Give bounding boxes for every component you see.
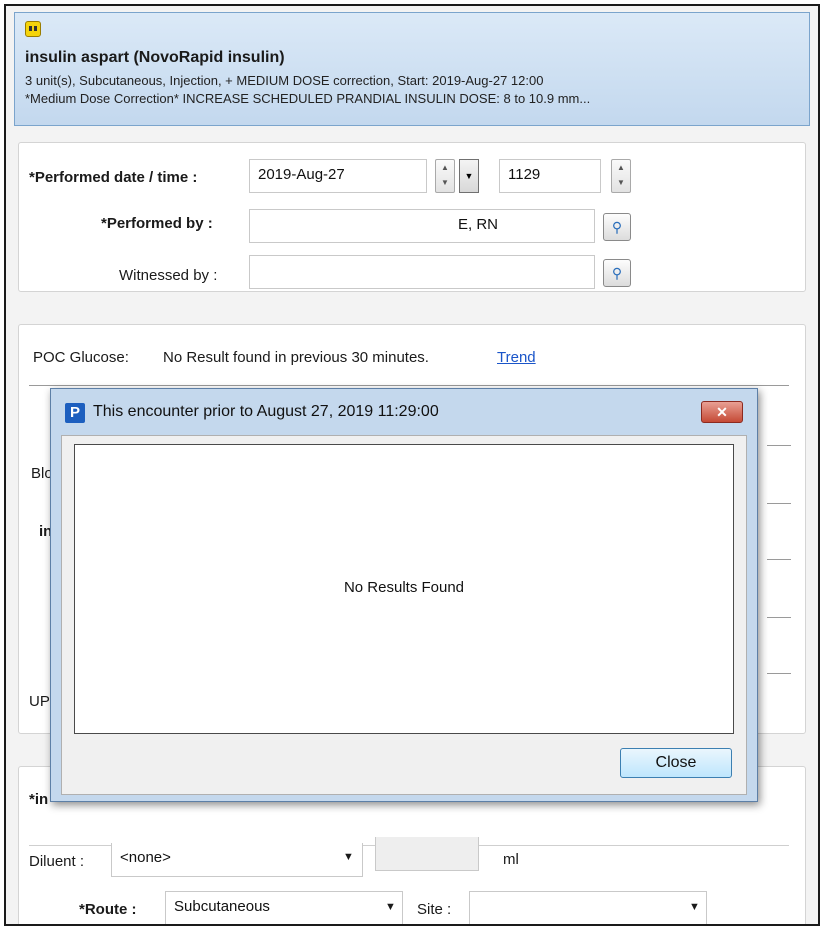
poc-glucose-label: POC Glucose: [33, 349, 129, 366]
drug-name: insulin aspart (NovoRapid insulin) [25, 49, 285, 66]
medication-task-icon [25, 21, 41, 37]
divider [767, 503, 791, 504]
site-label: Site : [417, 901, 452, 918]
dialog-title: This encounter prior to August 27, 2019 … [93, 403, 439, 420]
divider [767, 673, 791, 674]
performed-date-label: *Performed date / time : [29, 169, 198, 186]
chevron-down-icon[interactable]: ▼ [459, 159, 479, 193]
divider [767, 617, 791, 618]
order-details: 3 unit(s), Subcutaneous, Injection, + ME… [25, 73, 544, 88]
diluent-unit: ml [503, 851, 519, 868]
trend-link[interactable]: Trend [497, 349, 536, 366]
route-label: *Route : [79, 901, 137, 918]
route-select[interactable]: Subcutaneous [165, 891, 403, 924]
app-logo-icon: P [65, 403, 85, 423]
magnifier-icon[interactable]: ⚲ [603, 213, 631, 241]
dialog-body: No Results Found Close [61, 435, 747, 795]
close-button[interactable]: Close [620, 748, 732, 778]
performed-date-input[interactable]: 2019-Aug-27 [249, 159, 427, 193]
partial-label: *in [29, 791, 49, 808]
results-list[interactable]: No Results Found [74, 444, 734, 734]
close-icon[interactable]: ✕ [701, 401, 743, 423]
magnifier-icon[interactable]: ⚲ [603, 259, 631, 287]
divider [767, 445, 791, 446]
partial-label: UP [29, 693, 50, 710]
results-dialog: P This encounter prior to August 27, 201… [50, 388, 758, 802]
site-select[interactable] [469, 891, 707, 924]
witnessed-by-label: Witnessed by : [119, 267, 218, 284]
chevron-down-icon[interactable]: ▼ [689, 901, 700, 913]
diluent-select[interactable]: <none> [111, 843, 363, 877]
order-comment: *Medium Dose Correction* INCREASE SCHEDU… [25, 91, 591, 106]
empty-message: No Results Found [343, 579, 465, 596]
diluent-volume-input[interactable] [375, 837, 479, 871]
chevron-down-icon[interactable]: ▼ [385, 901, 396, 913]
diluent-label: Diluent : [29, 853, 85, 870]
witnessed-by-input[interactable] [249, 255, 595, 289]
chevron-down-icon[interactable]: ▼ [343, 851, 354, 863]
performed-time-input[interactable]: 1129 [499, 159, 601, 193]
performed-by-label: *Performed by : [101, 215, 213, 232]
divider [767, 559, 791, 560]
performed-panel: *Performed date / time : 2019-Aug-27 ▲ ▼ … [18, 142, 806, 292]
spin-up-down-icon[interactable]: ▲ ▼ [435, 159, 455, 193]
divider [29, 385, 789, 386]
order-header: insulin aspart (NovoRapid insulin) 3 uni… [14, 12, 810, 126]
spin-up-down-icon[interactable]: ▲ ▼ [611, 159, 631, 193]
performed-by-input[interactable]: E, RN [249, 209, 595, 243]
poc-glucose-status: No Result found in previous 30 minutes. [163, 349, 429, 366]
